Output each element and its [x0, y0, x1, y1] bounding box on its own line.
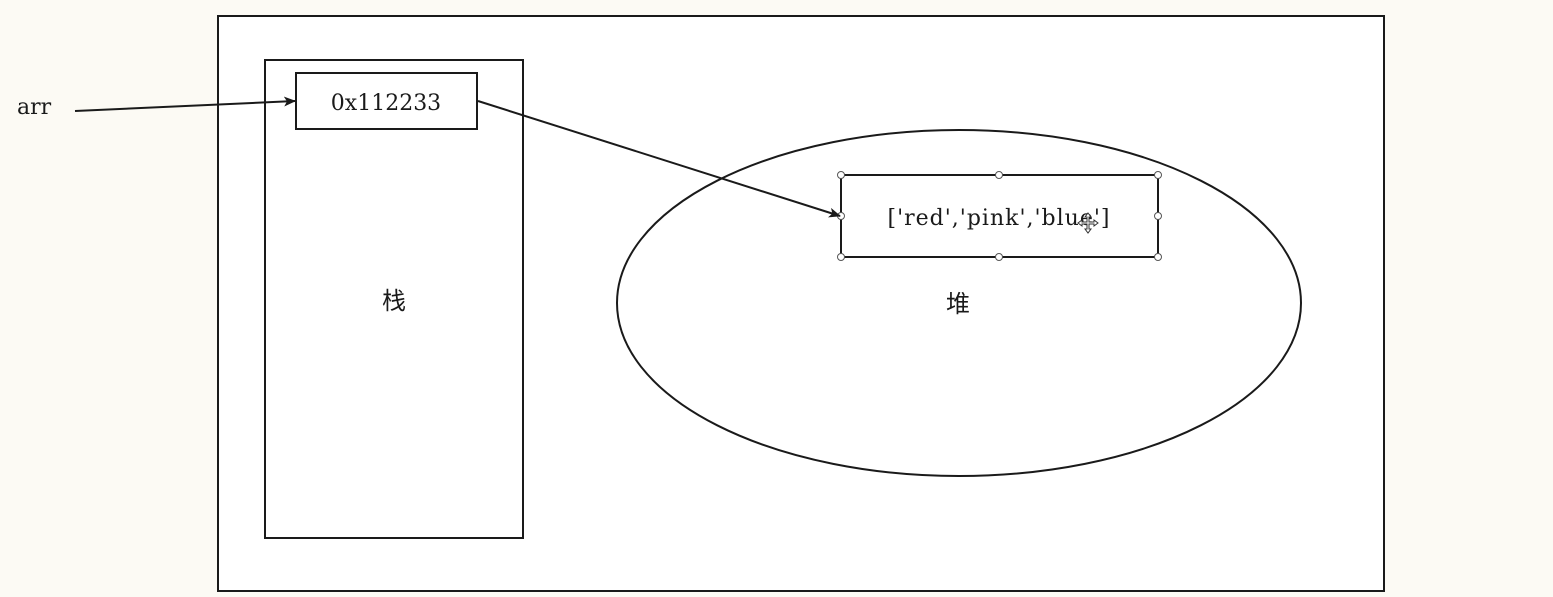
- variable-name: arr: [17, 95, 52, 120]
- stack-label: 栈: [382, 287, 406, 315]
- handle-bottom-right[interactable]: [1154, 253, 1162, 261]
- handle-middle-right[interactable]: [1154, 212, 1162, 220]
- stack-address-text: 0x112233: [331, 91, 441, 116]
- heap-label: 堆: [946, 290, 970, 318]
- handle-top-middle[interactable]: [995, 171, 1003, 179]
- handle-bottom-left[interactable]: [837, 253, 845, 261]
- handle-bottom-middle[interactable]: [995, 253, 1003, 261]
- heap-array-text: ['red','pink','blue']: [888, 206, 1111, 231]
- handle-top-right[interactable]: [1154, 171, 1162, 179]
- memory-diagram: 0x112233 栈 堆 ['red','pink','blue'] arr: [17, 15, 1385, 592]
- handle-top-left[interactable]: [837, 171, 845, 179]
